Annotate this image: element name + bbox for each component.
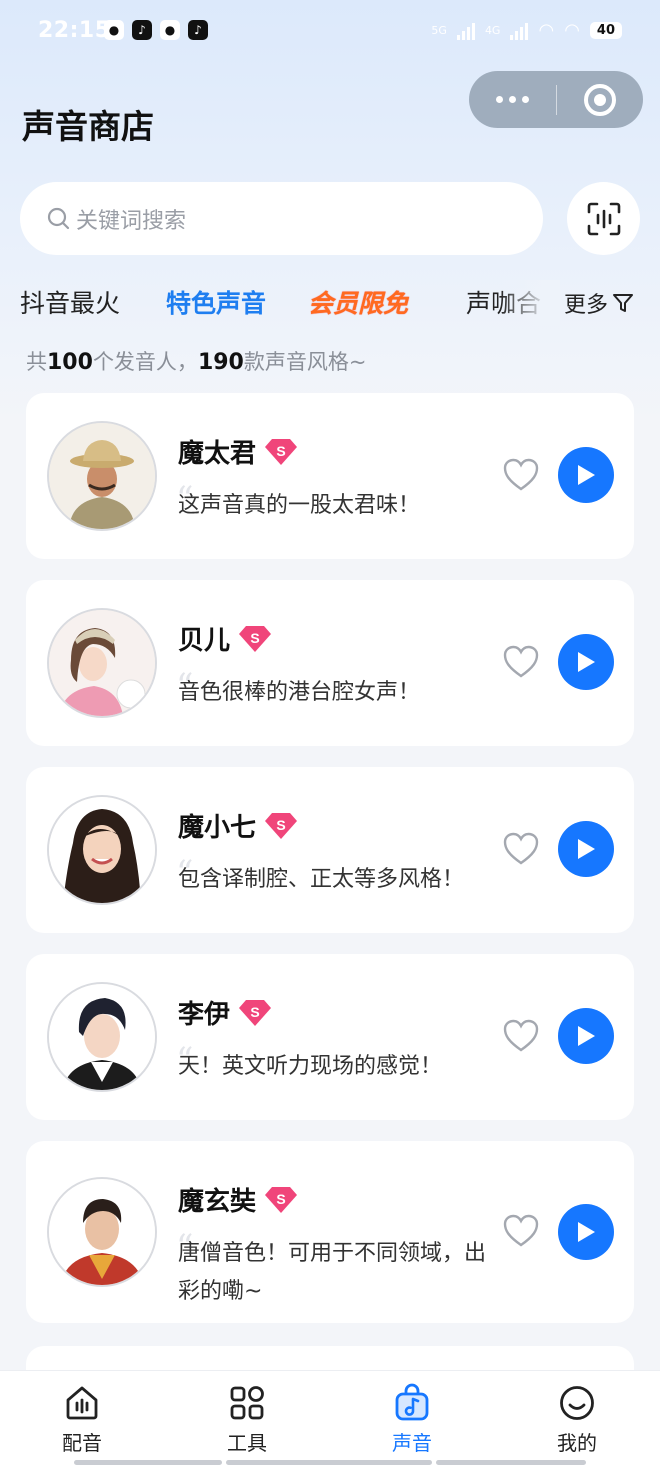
favorite-heart-icon[interactable] bbox=[502, 1213, 540, 1249]
style-count: 190 bbox=[197, 350, 244, 375]
tab-featured-voices[interactable]: 特色声音 bbox=[166, 284, 266, 320]
message-icon: ● bbox=[160, 20, 180, 40]
dubbing-icon bbox=[66, 1386, 98, 1420]
svg-text:S: S bbox=[276, 1191, 285, 1207]
voice-description: 唐僧音色！可用于不同领域，出彩的嘞~ bbox=[178, 1241, 487, 1304]
voice-description: 包含译制腔、正太等多风格！ bbox=[178, 867, 465, 892]
nav-label: 配音 bbox=[62, 1431, 102, 1455]
status-time: 22:15 bbox=[38, 18, 111, 43]
home-indicator bbox=[74, 1460, 222, 1465]
nav-profile[interactable]: 我的 bbox=[532, 1383, 622, 1456]
voice-description: 音色很棒的港台腔女声！ bbox=[178, 680, 421, 705]
category-tabs: 抖音最火 特色声音 会员限免 声咖合 更多 bbox=[20, 280, 640, 326]
filter-icon bbox=[613, 294, 634, 312]
nav-label: 工具 bbox=[227, 1431, 267, 1455]
avatar bbox=[47, 1177, 157, 1287]
home-indicator bbox=[436, 1460, 586, 1465]
miniprogram-capsule bbox=[469, 71, 643, 128]
target-icon bbox=[584, 83, 616, 116]
avatar bbox=[47, 795, 157, 905]
s-level-badge-icon: S bbox=[239, 625, 272, 652]
play-button[interactable] bbox=[558, 821, 614, 877]
sound-icon bbox=[395, 1383, 429, 1421]
s-level-badge-icon: S bbox=[265, 812, 298, 839]
signal-icon-2 bbox=[510, 22, 529, 40]
page-title: 声音商店 bbox=[22, 107, 154, 146]
play-button[interactable] bbox=[558, 1204, 614, 1260]
favorite-heart-icon[interactable] bbox=[502, 831, 540, 867]
favorite-heart-icon[interactable] bbox=[502, 457, 540, 493]
voice-name: 魔太君 S bbox=[178, 433, 298, 470]
s-level-badge-icon: S bbox=[265, 438, 298, 465]
play-icon bbox=[578, 465, 595, 485]
voice-card[interactable]: 李伊 S “ 天！英文听力现场的感觉！ bbox=[26, 954, 634, 1120]
voice-search-button[interactable] bbox=[567, 182, 640, 255]
wifi-icon-2: ◠ bbox=[564, 20, 580, 41]
summary-text: 共100个发音人，190款声音风格~ bbox=[26, 350, 367, 375]
nav-label: 我的 bbox=[557, 1431, 597, 1455]
voice-name: 魔小七 S bbox=[178, 807, 298, 844]
douyin-icon-2: ♪ bbox=[188, 20, 208, 40]
nav-sound[interactable]: 声音 bbox=[367, 1383, 457, 1456]
svg-text:S: S bbox=[276, 817, 285, 833]
nav-tools[interactable]: 工具 bbox=[202, 1383, 292, 1456]
wechat-icon: ● bbox=[104, 20, 124, 40]
battery-indicator: 40 bbox=[589, 22, 622, 39]
tab-vip-free[interactable]: 会员限免 bbox=[308, 284, 408, 320]
nav-dubbing[interactable]: 配音 bbox=[37, 1383, 127, 1456]
voice-name: 魔玄奘 S bbox=[178, 1181, 298, 1218]
favorite-heart-icon[interactable] bbox=[502, 1018, 540, 1054]
signal-icon bbox=[456, 22, 475, 40]
voice-description: 这声音真的一股太君味！ bbox=[178, 493, 421, 518]
search-placeholder: 关键词搜索 bbox=[76, 208, 187, 234]
voice-card[interactable]: 魔小七 S “ 包含译制腔、正太等多风格！ bbox=[26, 767, 634, 933]
avatar bbox=[47, 982, 157, 1092]
status-bar: 22:15 ● ♪ ● ♪ 5G 4G ◠ ◠ 40 bbox=[0, 0, 660, 64]
play-icon bbox=[578, 839, 595, 859]
voice-card[interactable]: 贝儿 S “ 音色很棒的港台腔女声！ bbox=[26, 580, 634, 746]
more-filter-button[interactable]: 更多 bbox=[564, 287, 634, 319]
play-icon bbox=[578, 652, 595, 672]
bottom-navigation: 配音 工具 声音 我的 bbox=[0, 1370, 660, 1467]
avatar bbox=[47, 608, 157, 718]
wifi-icon: ◠ bbox=[538, 20, 555, 41]
nav-label: 声音 bbox=[392, 1431, 432, 1455]
favorite-heart-icon[interactable] bbox=[502, 644, 540, 680]
play-button[interactable] bbox=[558, 634, 614, 690]
network-5g-label: 5G bbox=[431, 24, 447, 37]
play-icon bbox=[578, 1026, 595, 1046]
play-icon bbox=[578, 1222, 595, 1242]
network-4g-label: 4G bbox=[484, 24, 501, 37]
voice-card[interactable]: 魔玄奘 S “ 唐僧音色！可用于不同领域，出彩的嘞~ bbox=[26, 1141, 634, 1323]
speaker-count: 100 bbox=[47, 350, 93, 375]
close-miniprogram-button[interactable] bbox=[557, 71, 643, 128]
voice-name: 贝儿 S bbox=[178, 620, 272, 657]
avatar bbox=[47, 421, 157, 531]
tab-douyin-hot[interactable]: 抖音最火 bbox=[20, 284, 120, 320]
s-level-badge-icon: S bbox=[265, 1186, 298, 1213]
svg-text:S: S bbox=[250, 1004, 259, 1020]
more-label: 更多 bbox=[564, 293, 609, 318]
search-icon bbox=[47, 207, 70, 229]
search-input[interactable]: 关键词搜索 bbox=[20, 182, 543, 255]
voice-scan-icon bbox=[587, 202, 620, 235]
status-notification-icons: ● ♪ ● ♪ bbox=[104, 20, 208, 40]
voice-name: 李伊 S bbox=[178, 994, 272, 1031]
s-level-badge-icon: S bbox=[239, 999, 272, 1026]
svg-text:S: S bbox=[250, 630, 259, 646]
more-options-button[interactable] bbox=[469, 71, 556, 128]
profile-icon bbox=[560, 1386, 594, 1420]
play-button[interactable] bbox=[558, 1008, 614, 1064]
douyin-icon: ♪ bbox=[132, 20, 152, 40]
play-button[interactable] bbox=[558, 447, 614, 503]
home-indicator bbox=[226, 1460, 432, 1465]
status-indicators: 5G 4G ◠ ◠ 40 bbox=[431, 20, 622, 41]
svg-text:S: S bbox=[276, 443, 285, 459]
voice-card[interactable]: 魔太君 S “ 这声音真的一股太君味！ bbox=[26, 393, 634, 559]
voice-description: 天！英文听力现场的感觉！ bbox=[178, 1054, 443, 1079]
tools-icon bbox=[230, 1386, 264, 1420]
